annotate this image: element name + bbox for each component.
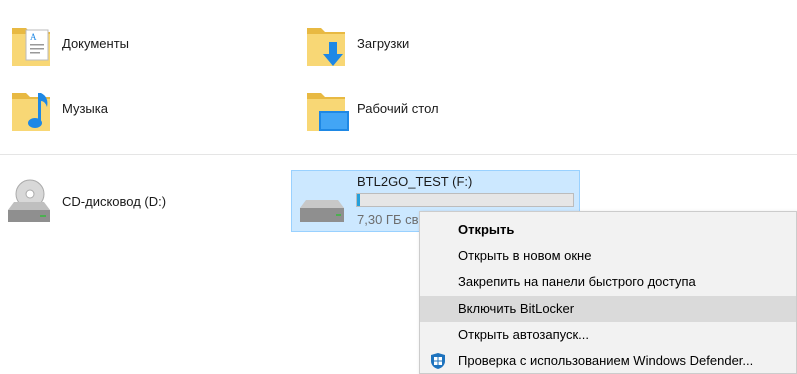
drive-usage-fill xyxy=(357,194,361,206)
folder-label: Документы xyxy=(62,36,130,51)
context-menu: Открыть Открыть в новом окне Закрепить н… xyxy=(419,211,797,374)
section-divider xyxy=(0,154,797,155)
folder-label: Рабочий стол xyxy=(357,101,439,116)
folder-music[interactable]: Музыка xyxy=(0,83,290,135)
folder-label: Музыка xyxy=(62,101,108,116)
menu-item-pin-quick-access[interactable]: Закрепить на панели быстрого доступа xyxy=(420,269,796,295)
desktop-folder-icon xyxy=(307,93,349,131)
folder-downloads[interactable]: Загрузки xyxy=(295,18,585,70)
music-folder-icon xyxy=(12,93,50,131)
menu-item-label: Проверка с использованием Windows Defend… xyxy=(458,353,754,368)
documents-folder-icon: A xyxy=(12,28,50,66)
drive-cd[interactable]: CD-дисковод (D:) xyxy=(0,172,290,230)
menu-item-turn-on-bitlocker[interactable]: Включить BitLocker xyxy=(420,296,796,322)
cd-drive-icon xyxy=(8,179,50,222)
menu-item-open[interactable]: Открыть xyxy=(420,217,796,243)
usb-drive-icon xyxy=(300,200,344,222)
menu-item-open-autoplay[interactable]: Открыть автозапуск... xyxy=(420,322,796,348)
drive-usage-bar xyxy=(356,193,574,207)
downloads-folder-icon xyxy=(307,28,345,66)
folder-label: Загрузки xyxy=(357,36,410,51)
menu-item-open-new-window[interactable]: Открыть в новом окне xyxy=(420,243,796,269)
drive-label: CD-дисковод (D:) xyxy=(62,194,167,209)
windows-defender-shield-icon xyxy=(431,353,445,369)
drive-label: BTL2GO_TEST (F:) xyxy=(357,174,473,189)
drive-free-space: 7,30 ГБ св xyxy=(357,212,419,227)
menu-item-scan-defender[interactable]: Проверка с использованием Windows Defend… xyxy=(420,348,796,374)
folder-desktop[interactable]: Рабочий стол xyxy=(295,83,585,135)
folder-documents[interactable]: A Документы xyxy=(0,18,290,70)
svg-text:A: A xyxy=(30,32,37,42)
